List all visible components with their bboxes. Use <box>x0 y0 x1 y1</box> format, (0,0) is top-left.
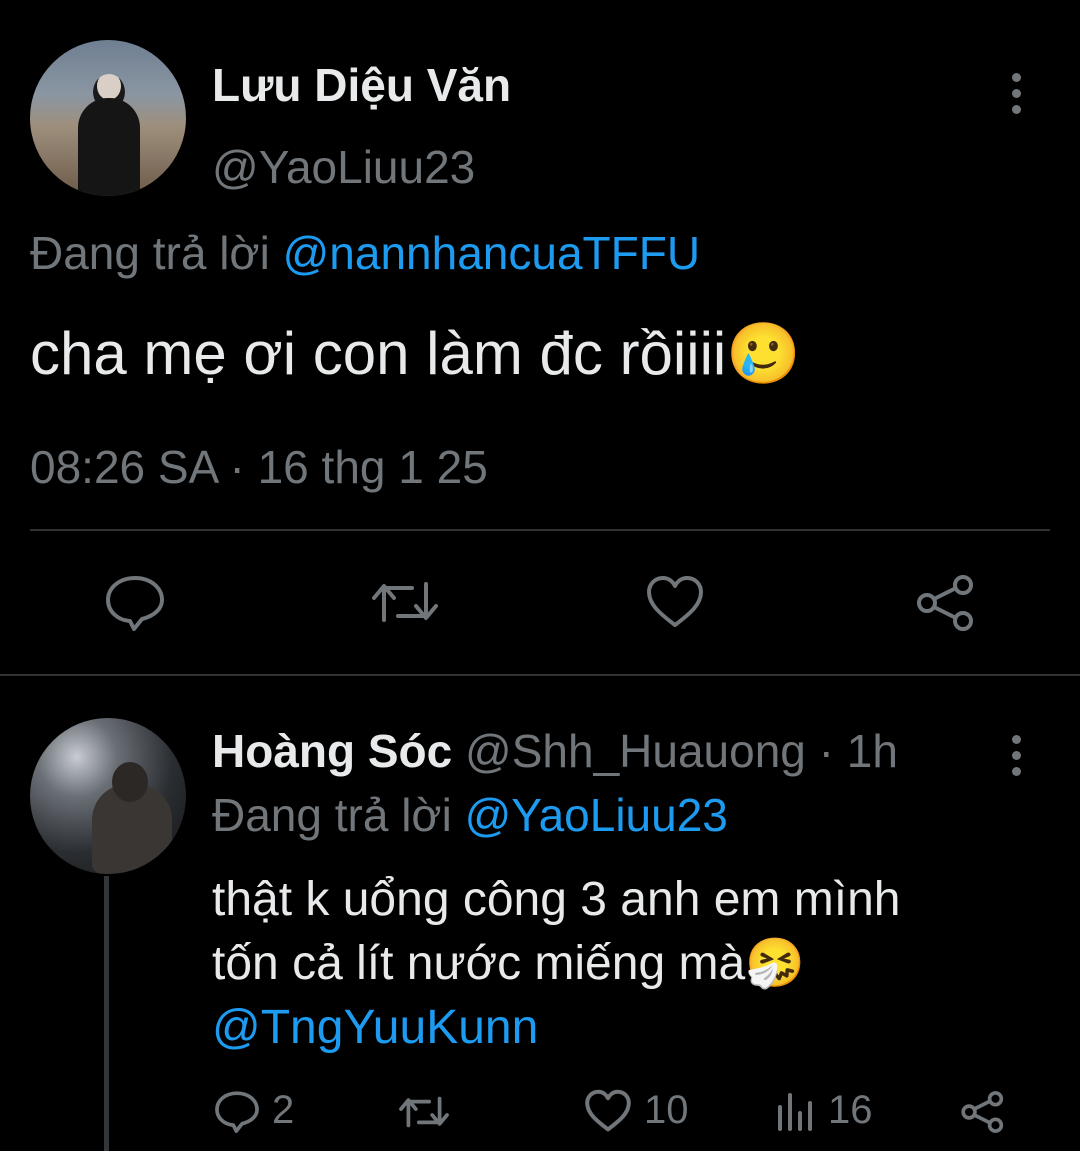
divider <box>30 529 1050 531</box>
smiling-tear-emoji-icon: 🥲 <box>726 320 801 387</box>
display-name[interactable]: Hoàng Sóc <box>212 725 452 777</box>
user-handle[interactable]: @Shh_Huauong <box>465 725 806 777</box>
share-icon <box>960 1090 1006 1134</box>
retweet-icon[interactable] <box>370 576 440 628</box>
tweet-text: thật k uổng công 3 anh em mình tốn cả lí… <box>212 868 900 1060</box>
share-icon[interactable] <box>915 573 977 633</box>
tweet-text-line: thật k uổng công 3 anh em mình <box>212 873 901 926</box>
avatar[interactable] <box>30 40 186 196</box>
like-icon[interactable] <box>645 575 705 629</box>
mention-link[interactable]: @TngYuuKunn <box>212 996 900 1060</box>
thread-line <box>104 876 109 1151</box>
like-icon <box>584 1089 632 1133</box>
tweet-text: cha mẹ ơi con làm đc rồiiii🥲 <box>30 318 801 389</box>
views-button[interactable]: 16 <box>776 1088 873 1133</box>
retweet-icon <box>398 1092 450 1132</box>
tweet-text-body: tốn cả lít nước miếng mà <box>212 937 746 990</box>
reply-icon[interactable] <box>104 573 166 631</box>
share-button[interactable] <box>960 1090 1006 1134</box>
more-options-icon[interactable] <box>1010 73 1022 114</box>
more-options-icon[interactable] <box>1010 735 1022 776</box>
divider <box>0 674 1080 676</box>
tweet-time[interactable]: 1h <box>847 725 898 777</box>
reply-button[interactable]: 2 <box>214 1088 294 1133</box>
tweet-timestamp[interactable]: 08:26 SA · 16 thg 1 25 <box>30 440 488 494</box>
tweet-text-line: tốn cả lít nước miếng mà🤧 <box>212 932 900 996</box>
reply-header: Hoàng Sóc @Shh_Huauong · 1h <box>212 724 898 778</box>
replying-to-mention[interactable]: @YaoLiuu23 <box>465 789 728 841</box>
tweet-text-body: cha mẹ ơi con làm đc rồiiii <box>30 320 727 387</box>
retweet-button[interactable] <box>398 1092 450 1132</box>
replying-to-label: Đang trả lời <box>30 227 270 279</box>
user-handle[interactable]: @YaoLiuu23 <box>212 140 475 194</box>
sneezing-face-emoji-icon: 🤧 <box>745 937 805 990</box>
replying-to-line: Đang trả lời @YaoLiuu23 <box>212 788 728 842</box>
display-name[interactable]: Lưu Diệu Văn <box>212 58 511 112</box>
time-separator: · <box>818 725 834 777</box>
reply-icon <box>214 1089 260 1133</box>
like-count: 10 <box>644 1088 689 1132</box>
like-button[interactable]: 10 <box>584 1088 689 1133</box>
replying-to-label: Đang trả lời <box>212 789 452 841</box>
view-count: 16 <box>828 1088 873 1132</box>
views-chart-icon <box>776 1091 816 1131</box>
replying-to-mention[interactable]: @nannhancuaTFFU <box>283 227 700 279</box>
reply-count: 2 <box>272 1088 295 1132</box>
replying-to-line: Đang trả lời @nannhancuaTFFU <box>30 226 700 280</box>
avatar[interactable] <box>30 718 186 874</box>
